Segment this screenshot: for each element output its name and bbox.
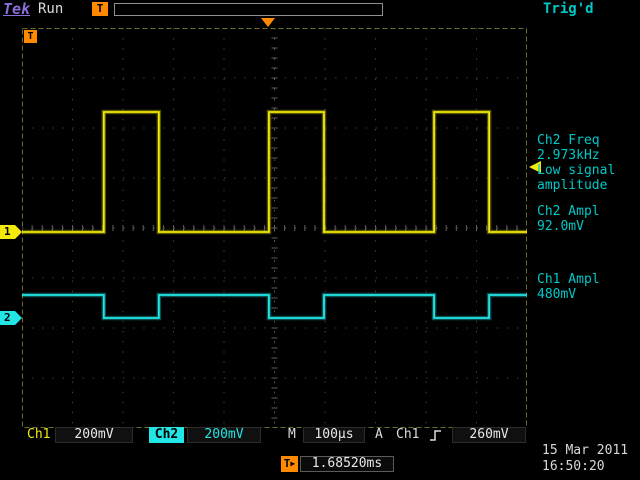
measurement-value: 480mV [537,287,639,302]
measurement-note: Low signal [537,163,639,178]
ch1-ground-marker: 1 [0,225,22,239]
measurement-value: 92.0mV [537,219,639,234]
measurement-note: amplitude [537,178,639,193]
ch1-scale-label: Ch1 [27,427,50,443]
measurement-label: Ch1 Ampl [537,272,639,287]
record-view-bar [114,3,383,16]
trigger-source: Ch1 [396,427,419,443]
measurement-label: Ch2 Freq [537,133,639,148]
trigger-mode-label: A [375,427,383,443]
ch2-ground-marker: 2 [0,311,22,325]
timebase-label: M [288,427,296,443]
time-readout: 16:50:20 [542,459,605,474]
acquisition-status: Run [38,1,63,17]
trigger-status: Trig'd [543,1,594,17]
trigger-level-value: 260mV [452,427,526,443]
trigger-position-marker [261,18,275,27]
measurement-value: 2.973kHz [537,148,639,163]
trigger-t-icon: T [92,2,108,16]
measurement-ch2-freq: Ch2 Freq 2.973kHz Low signal amplitude [537,133,639,193]
waveform-display [22,28,527,428]
measurement-ch2-ampl: Ch2 Ampl 92.0mV [537,204,639,234]
ch1-scale-value: 200mV [55,427,133,443]
measurement-ch1-ampl: Ch1 Ampl 480mV [537,272,639,302]
right-arrow-icon: ▶ [290,459,295,468]
horizontal-trigger-icon: T▶ [281,456,298,472]
trigger-corner-marker: T [24,30,37,43]
graticule: T [22,28,527,428]
ch2-scale-value: 200mV [187,427,261,443]
ch2-scale-label: Ch2 [149,427,184,443]
brand-logo: Tek [3,0,30,18]
date-readout: 15 Mar 2011 [542,443,628,458]
measurement-label: Ch2 Ampl [537,204,639,219]
horizontal-trigger-position: 1.68520ms [300,456,394,472]
rising-edge-icon [429,428,442,443]
timebase-value: 100µs [303,427,365,443]
